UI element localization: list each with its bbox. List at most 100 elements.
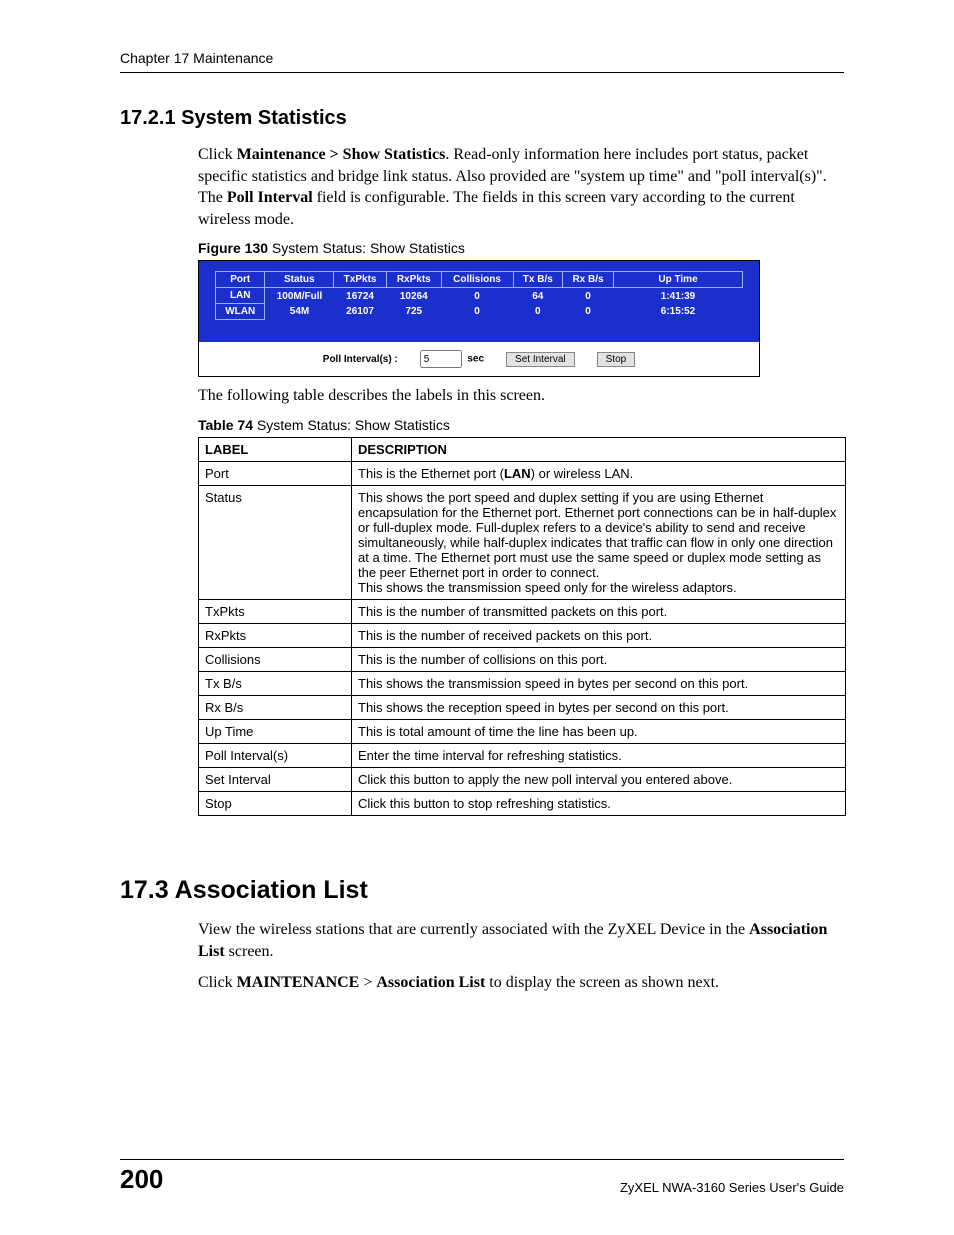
section-17-2-1-paragraph: Click Maintenance > Show Statistics. Rea… xyxy=(120,144,844,230)
label-cell: Up Time xyxy=(199,719,352,743)
cell: 16724 xyxy=(334,288,387,304)
text: > xyxy=(359,974,376,991)
bold-poll-interval: Poll Interval xyxy=(227,189,313,206)
figure-caption: Figure 130 System Status: Show Statistic… xyxy=(198,240,844,256)
desc-cell: Click this button to stop refreshing sta… xyxy=(352,791,846,815)
label-cell: RxPkts xyxy=(199,623,352,647)
label-cell: Poll Interval(s) xyxy=(199,743,352,767)
cell: 1:41:39 xyxy=(614,288,743,304)
table-intro-text: The following table describes the labels… xyxy=(120,385,844,407)
table-row: Status This shows the port speed and dup… xyxy=(199,485,846,599)
cell: WLAN xyxy=(216,304,265,320)
poll-interval-value-group: sec xyxy=(420,350,484,368)
section-17-3-paragraph-2: Click MAINTENANCE > Association List to … xyxy=(120,972,844,994)
col-collisions: Collisions xyxy=(441,272,513,288)
label-cell: Tx B/s xyxy=(199,671,352,695)
col-txbs: Tx B/s xyxy=(513,272,562,288)
table-title: System Status: Show Statistics xyxy=(253,417,450,433)
table-row: Tx B/s This shows the transmission speed… xyxy=(199,671,846,695)
cell: 0 xyxy=(513,304,562,320)
desc-cell: This is the Ethernet port (LAN) or wirel… xyxy=(352,461,846,485)
text: to display the screen as shown next. xyxy=(485,974,719,991)
table-row: Up Time This is total amount of time the… xyxy=(199,719,846,743)
figure-statistics-screenshot: Port Status TxPkts RxPkts Collisions Tx … xyxy=(198,260,760,377)
cell: 26107 xyxy=(334,304,387,320)
desc-cell: This is total amount of time the line ha… xyxy=(352,719,846,743)
col-status: Status xyxy=(265,272,334,288)
cell: 0 xyxy=(441,288,513,304)
figure-title: System Status: Show Statistics xyxy=(268,240,465,256)
label-cell: Collisions xyxy=(199,647,352,671)
header-label: LABEL xyxy=(199,437,352,461)
col-rxbs: Rx B/s xyxy=(563,272,614,288)
bold: Association List xyxy=(376,974,485,991)
page-footer: 200 ZyXEL NWA-3160 Series User's Guide xyxy=(120,1159,844,1195)
table-number: Table 74 xyxy=(198,417,253,433)
cell: 6:15:52 xyxy=(614,304,743,320)
poll-interval-controls: Poll Interval(s) : sec Set Interval Stop xyxy=(199,342,759,376)
table-row: Collisions This is the number of collisi… xyxy=(199,647,846,671)
col-port: Port xyxy=(216,272,265,288)
running-header: Chapter 17 Maintenance xyxy=(120,50,844,73)
stats-row-lan: LAN 100M/Full 16724 10264 0 64 0 1:41:39 xyxy=(216,288,743,304)
bold-menu-path: Maintenance > Show Statistics xyxy=(237,146,446,163)
table-row: Poll Interval(s) Enter the time interval… xyxy=(199,743,846,767)
table-caption: Table 74 System Status: Show Statistics xyxy=(198,417,844,433)
desc-cell: This is the number of received packets o… xyxy=(352,623,846,647)
table-row: Set Interval Click this button to apply … xyxy=(199,767,846,791)
col-rxpkts: RxPkts xyxy=(387,272,441,288)
cell: 10264 xyxy=(387,288,441,304)
table-row: Rx B/s This shows the reception speed in… xyxy=(199,695,846,719)
desc-cell: This is the number of transmitted packet… xyxy=(352,599,846,623)
label-cell: Status xyxy=(199,485,352,599)
cell: 0 xyxy=(563,304,614,320)
cell: 0 xyxy=(563,288,614,304)
page-number: 200 xyxy=(120,1164,163,1195)
desc-cell: This shows the reception speed in bytes … xyxy=(352,695,846,719)
text: screen. xyxy=(225,943,274,960)
poll-interval-label: Poll Interval(s) : xyxy=(323,354,398,365)
poll-interval-input[interactable] xyxy=(420,350,462,368)
stats-row-wlan: WLAN 54M 26107 725 0 0 0 6:15:52 xyxy=(216,304,743,320)
text: Click xyxy=(198,146,237,163)
table-header-row: LABEL DESCRIPTION xyxy=(199,437,846,461)
desc-cell: Enter the time interval for refreshing s… xyxy=(352,743,846,767)
text: View the wireless stations that are curr… xyxy=(198,921,749,938)
desc-cell: This shows the port speed and duplex set… xyxy=(352,485,846,599)
table-row: TxPkts This is the number of transmitted… xyxy=(199,599,846,623)
stop-button[interactable]: Stop xyxy=(597,352,636,367)
cell: 64 xyxy=(513,288,562,304)
table-row: Stop Click this button to stop refreshin… xyxy=(199,791,846,815)
cell: 725 xyxy=(387,304,441,320)
text: Click xyxy=(198,974,237,991)
stats-table: Port Status TxPkts RxPkts Collisions Tx … xyxy=(215,271,743,320)
label-cell: TxPkts xyxy=(199,599,352,623)
poll-interval-unit: sec xyxy=(467,354,484,365)
text: ) or wireless LAN. xyxy=(531,466,634,481)
header-description: DESCRIPTION xyxy=(352,437,846,461)
label-cell: Rx B/s xyxy=(199,695,352,719)
cell: 54M xyxy=(265,304,334,320)
section-heading-17-3: 17.3 Association List xyxy=(120,876,844,905)
label-cell: Port xyxy=(199,461,352,485)
label-description-table: LABEL DESCRIPTION Port This is the Ether… xyxy=(198,437,846,816)
desc-cell: This shows the transmission speed in byt… xyxy=(352,671,846,695)
table-row: Port This is the Ethernet port (LAN) or … xyxy=(199,461,846,485)
cell: 0 xyxy=(441,304,513,320)
bold: MAINTENANCE xyxy=(237,974,360,991)
cell: 100M/Full xyxy=(265,288,334,304)
section-17-3-paragraph-1: View the wireless stations that are curr… xyxy=(120,919,844,962)
bold: LAN xyxy=(504,466,531,481)
cell: LAN xyxy=(216,288,265,304)
label-cell: Set Interval xyxy=(199,767,352,791)
desc-cell: This is the number of collisions on this… xyxy=(352,647,846,671)
label-cell: Stop xyxy=(199,791,352,815)
set-interval-button[interactable]: Set Interval xyxy=(506,352,575,367)
col-txpkts: TxPkts xyxy=(334,272,387,288)
section-heading-17-2-1: 17.2.1 System Statistics xyxy=(120,107,844,130)
guide-title: ZyXEL NWA-3160 Series User's Guide xyxy=(620,1180,844,1195)
stats-header-row: Port Status TxPkts RxPkts Collisions Tx … xyxy=(216,272,743,288)
text: This is the Ethernet port ( xyxy=(358,466,504,481)
table-row: RxPkts This is the number of received pa… xyxy=(199,623,846,647)
col-uptime: Up Time xyxy=(614,272,743,288)
